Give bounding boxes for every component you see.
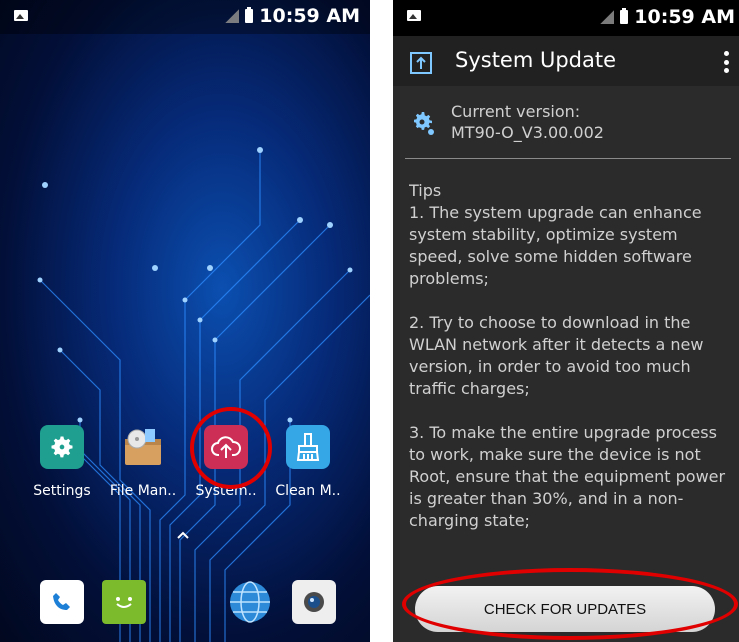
broom-icon xyxy=(286,425,330,469)
app-label: File Man.. xyxy=(109,483,177,499)
system-update-logo-icon xyxy=(410,52,432,74)
gear-icon xyxy=(40,425,84,469)
file-manager-icon xyxy=(121,425,165,469)
tips-heading: Tips xyxy=(409,181,442,200)
app-label: Settings xyxy=(33,483,91,499)
tip-item: 2. Try to choose to download in the WLAN… xyxy=(409,313,704,398)
status-time: 10:59 AM xyxy=(259,5,360,27)
status-bar: 10:59 AM xyxy=(393,0,739,36)
tip-item: 1. The system upgrade can enhance system… xyxy=(409,203,702,288)
highlight-circle xyxy=(190,407,272,489)
no-sim-icon xyxy=(225,9,240,23)
home-screen: 10:59 AM Settings File Man.. System.. Cl… xyxy=(0,0,370,642)
current-version-label: Current version: xyxy=(451,102,581,121)
battery-icon xyxy=(245,7,254,23)
status-time: 10:59 AM xyxy=(634,6,735,28)
image-notification-icon xyxy=(407,10,421,21)
app-settings[interactable]: Settings xyxy=(22,425,102,499)
phone-icon[interactable] xyxy=(40,580,84,624)
messaging-icon[interactable] xyxy=(102,580,146,624)
app-clean-master[interactable]: Clean M.. xyxy=(268,425,348,499)
battery-icon xyxy=(620,8,629,24)
app-file-manager[interactable]: File Man.. xyxy=(103,425,183,499)
tips-text[interactable]: Tips 1. The system upgrade can enhance s… xyxy=(409,180,733,552)
page-title: System Update xyxy=(455,48,617,72)
chevron-up-icon[interactable] xyxy=(176,528,190,542)
divider xyxy=(405,158,731,159)
system-update-screen: 10:59 AM System Update Current version: … xyxy=(393,0,739,642)
overflow-menu-icon[interactable] xyxy=(723,51,729,73)
browser-icon[interactable] xyxy=(228,580,272,624)
current-version-value: MT90-O_V3.00.002 xyxy=(451,123,604,142)
status-bar: 10:59 AM xyxy=(0,0,370,34)
app-label: Clean M.. xyxy=(275,483,341,499)
no-sim-icon xyxy=(600,10,615,24)
highlight-ellipse xyxy=(402,568,738,640)
tip-item: 3. To make the entire upgrade process to… xyxy=(409,423,726,530)
wallpaper-graphic xyxy=(37,147,370,642)
settings-gear-icon xyxy=(414,112,434,135)
app-bar: System Update xyxy=(393,36,739,86)
camera-icon[interactable] xyxy=(292,580,336,624)
image-notification-icon xyxy=(14,10,28,21)
